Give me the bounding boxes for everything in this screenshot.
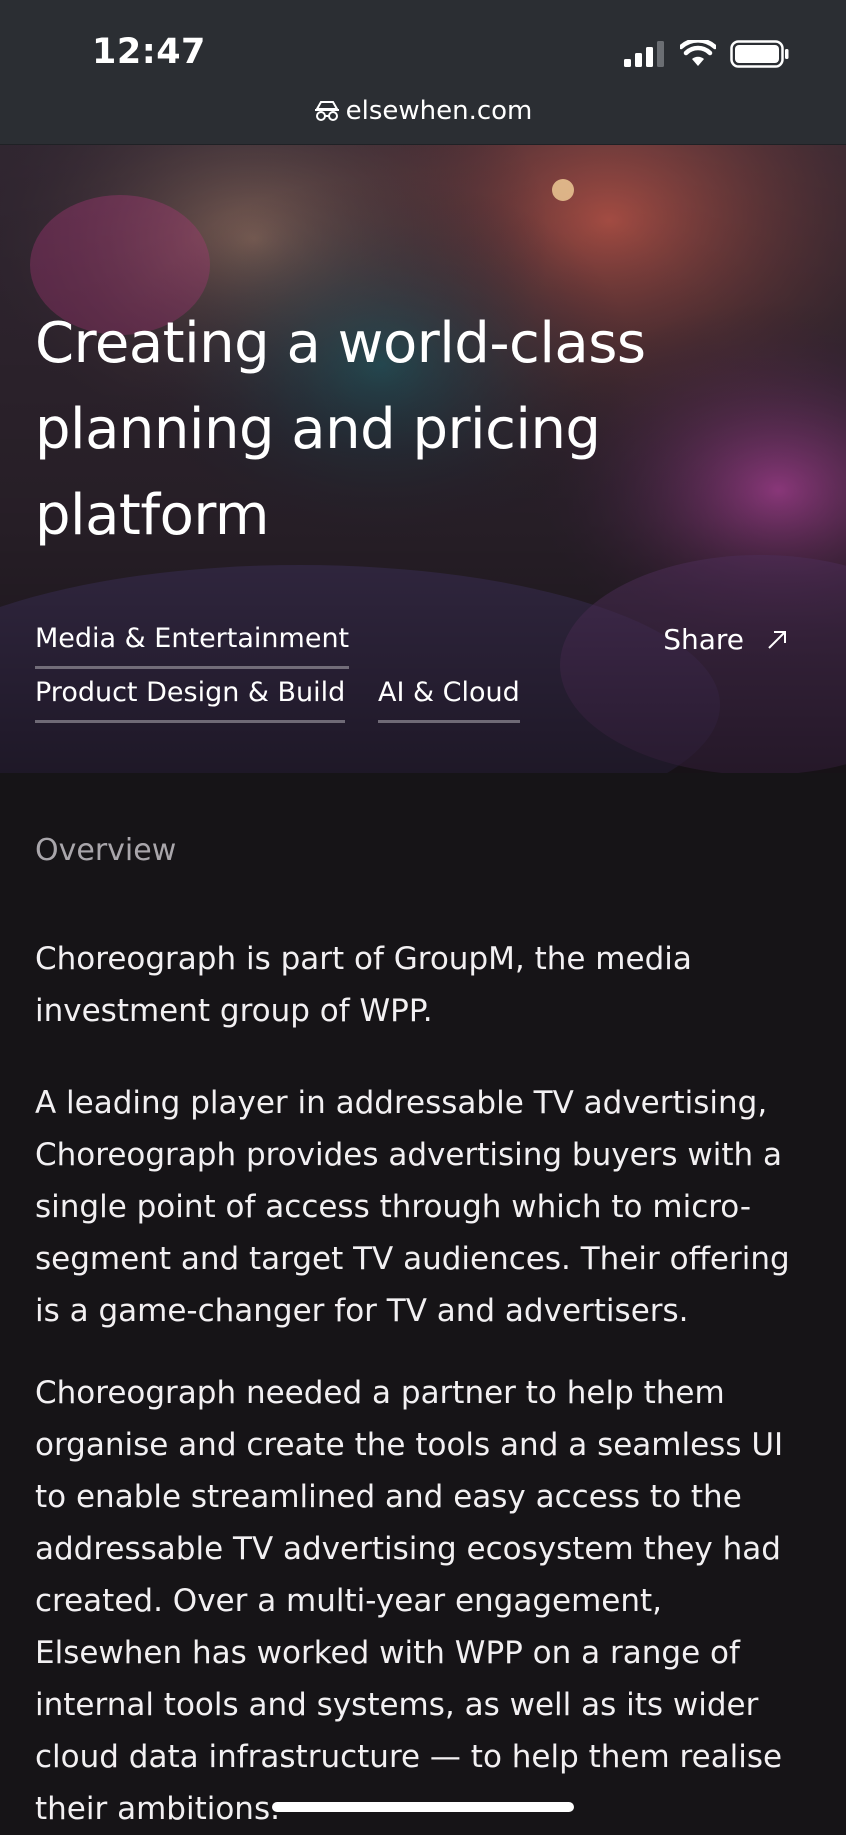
address-bar[interactable]: elsewhen.com [0,96,846,145]
paragraph-intro: Choreograph is part of GroupM, the media… [35,941,692,1029]
status-time: 12:47 [92,32,206,72]
battery-icon [730,40,789,68]
signal-icon [624,41,664,67]
share-label: Share [663,623,744,656]
hero-section: Creating a world-class planning and pric… [0,145,846,773]
share-button[interactable]: Share [663,623,788,656]
home-indicator[interactable] [272,1802,574,1812]
tag-media-entertainment[interactable]: Media & Entertainment [35,623,350,669]
paragraph-engagement: Choreograph needed a partner to help the… [35,1375,784,1827]
wifi-icon [680,40,716,66]
paragraph-about: A leading player in addressable TV adver… [35,1085,790,1329]
arrow-up-right-icon [768,630,786,649]
page-title: Creating a world-class planning and pric… [35,311,646,548]
tag-ai-cloud[interactable]: AI & Cloud [378,677,520,723]
section-label: Overview [35,833,177,868]
url-text[interactable]: elsewhen.com [346,96,533,126]
incognito-icon [314,101,339,121]
status-icons [624,40,790,68]
status-bar: 12:47 [0,0,846,100]
main-content: Overview Choreograph is part of GroupM, … [0,773,846,1831]
tag-product-design-build[interactable]: Product Design & Build [35,677,346,723]
